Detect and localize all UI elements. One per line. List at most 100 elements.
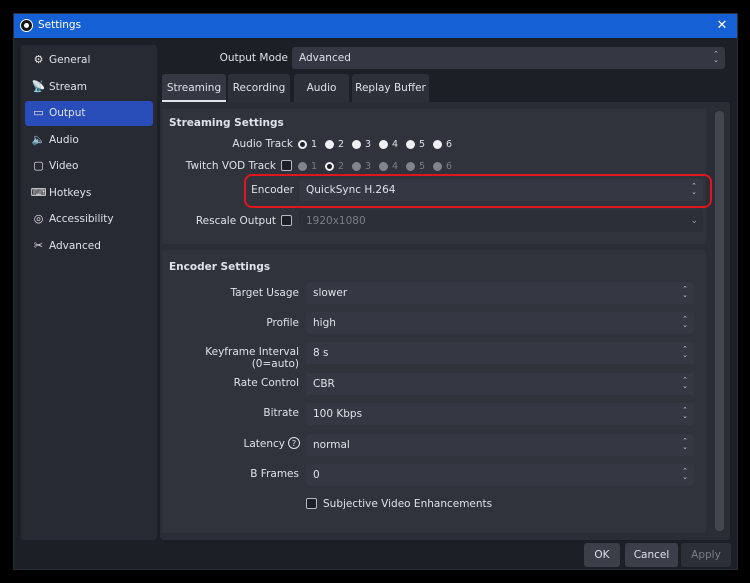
spin-arrows-icon[interactable]: ⌃ ⌄ (679, 406, 691, 422)
rescale-resolution-select: 1920x1080 ⌄ (299, 210, 703, 232)
bitrate-label: Bitrate (263, 407, 299, 419)
sidebar-item-label: Video (49, 160, 79, 172)
track-number: 2 (338, 161, 345, 172)
tab-audio[interactable]: Audio (294, 74, 349, 102)
subjective-video-enhancements-checkbox[interactable] (306, 498, 317, 509)
settings-scrollbar[interactable] (715, 111, 724, 531)
audio-track-radio[interactable] (433, 140, 442, 149)
up-down-arrows-icon: ⌃ ⌄ (682, 315, 688, 329)
twitch-vod-track-radio (325, 162, 334, 171)
target-usage-select[interactable]: slower ⌃ ⌄ (306, 282, 694, 304)
latency-value: normal (313, 439, 350, 451)
settings-window: Settings ✕ ⚙ General 📡 Stream ▭ Output 🔈 Audio ▢… (13, 13, 738, 570)
target-usage-label: Target Usage (230, 287, 299, 299)
sidebar-item-hotkeys[interactable]: ⌨ Hotkeys (25, 181, 153, 206)
track-number: 2 (338, 139, 345, 150)
sidebar-item-video[interactable]: ▢ Video (25, 154, 153, 179)
twitch-vod-track-radio (406, 162, 415, 171)
track-number: 5 (419, 161, 426, 172)
up-down-arrows-icon: ⌃ ⌄ (682, 285, 688, 299)
apply-button[interactable]: Apply (681, 543, 731, 567)
spin-arrows-icon[interactable]: ⌃ ⌄ (679, 467, 691, 483)
twitch-vod-track-radio (379, 162, 388, 171)
sidebar-item-label: Hotkeys (49, 186, 92, 199)
screen-icon: ▢ (33, 159, 44, 172)
keyframe-interval-value: 8 s (313, 347, 329, 359)
streaming-settings-title: Streaming Settings (169, 117, 284, 129)
up-down-arrows-icon: ⌃ ⌄ (713, 50, 719, 64)
track-number: 1 (311, 139, 318, 150)
twitch-vod-track-checkbox[interactable] (281, 160, 292, 171)
output-mode-value: Advanced (299, 52, 351, 64)
obs-logo-icon (20, 19, 33, 32)
profile-value: high (313, 317, 336, 329)
encoder-settings-group: Encoder Settings Target Usage slower ⌃ ⌄ … (162, 250, 706, 533)
rescale-resolution-value: 1920x1080 (306, 215, 366, 227)
audio-track-radio[interactable] (325, 140, 334, 149)
rescale-output-checkbox[interactable] (281, 215, 292, 226)
audio-track-label: Audio Track (232, 138, 293, 150)
streaming-tab-pane: Streaming Settings Audio Track Twitch VO… (160, 102, 730, 540)
encoder-settings-title: Encoder Settings (169, 261, 271, 273)
output-mode-label: Output Mode (219, 52, 288, 64)
keyframe-interval-spinbox[interactable]: 8 s ⌃ ⌄ (306, 342, 694, 364)
title-bar: Settings ✕ (14, 14, 737, 38)
target-usage-value: slower (313, 287, 348, 299)
bitrate-value: 100 Kbps (313, 408, 363, 420)
sidebar-item-accessibility[interactable]: ◎ Accessibility (25, 207, 153, 232)
chevron-down-icon: ⌄ (690, 216, 698, 226)
rate-control-value: CBR (313, 378, 335, 390)
latency-label: Latency (243, 438, 285, 450)
audio-track-radio[interactable] (406, 140, 415, 149)
settings-sidebar: ⚙ General 📡 Stream ▭ Output 🔈 Audio ▢ Video ⌨ Hotke… (21, 45, 157, 540)
audio-track-radio[interactable] (352, 140, 361, 149)
sidebar-item-stream[interactable]: 📡 Stream (25, 75, 153, 100)
rate-control-select[interactable]: CBR ⌃ ⌄ (306, 373, 694, 395)
tab-replay-buffer[interactable]: Replay Buffer (352, 74, 429, 102)
sidebar-item-audio[interactable]: 🔈 Audio (25, 128, 153, 153)
twitch-vod-track-radio (298, 162, 307, 171)
rate-control-label: Rate Control (233, 377, 299, 389)
ok-button[interactable]: OK (584, 543, 620, 567)
track-number: 6 (446, 139, 453, 150)
audio-track-radio[interactable] (298, 140, 307, 149)
sidebar-item-output[interactable]: ▭ Output (25, 101, 153, 126)
output-mode-select[interactable]: Advanced ⌃ ⌄ (292, 47, 725, 69)
sidebar-item-general[interactable]: ⚙ General (25, 48, 153, 73)
sidebar-item-label: Stream (49, 80, 87, 93)
sidebar-item-label: General (49, 54, 91, 66)
encoder-highlight-box (244, 174, 712, 208)
subjective-video-enhancements-label: Subjective Video Enhancements (323, 498, 493, 510)
latency-select[interactable]: normal ⌃ ⌄ (306, 434, 694, 456)
keyframe-interval-label: Keyframe Interval (0=auto) (205, 346, 299, 370)
b-frames-label: B Frames (250, 468, 299, 480)
gear-icon: ⚙ (33, 53, 44, 66)
track-number: 3 (365, 161, 372, 172)
up-down-arrows-icon: ⌃ ⌄ (682, 376, 688, 390)
track-number: 5 (419, 139, 426, 150)
cancel-button[interactable]: Cancel (625, 543, 678, 567)
tab-recording[interactable]: Recording (228, 74, 290, 102)
keyboard-icon: ⌨ (30, 185, 47, 199)
sidebar-item-label: Audio (49, 133, 79, 146)
sidebar-item-label: Advanced (49, 239, 101, 252)
spin-arrows-icon[interactable]: ⌃ ⌄ (679, 345, 691, 361)
tab-streaming[interactable]: Streaming (162, 74, 226, 102)
track-number: 3 (365, 139, 372, 150)
track-number: 1 (311, 161, 318, 172)
b-frames-spinbox[interactable]: 0 ⌃ ⌄ (306, 464, 694, 486)
window-title: Settings (38, 19, 82, 31)
bitrate-spinbox[interactable]: 100 Kbps ⌃ ⌄ (306, 403, 694, 425)
accessibility-icon: ◎ (33, 212, 44, 225)
profile-select[interactable]: high ⌃ ⌄ (306, 312, 694, 334)
twitch-vod-track-radio (433, 162, 442, 171)
rescale-output-label: Rescale Output (195, 215, 276, 227)
help-icon[interactable]: ? (288, 437, 300, 449)
close-button[interactable]: ✕ (711, 15, 733, 37)
tools-icon: ✂ (33, 238, 44, 252)
audio-track-radio[interactable] (379, 140, 388, 149)
monitor-icon: ▭ (33, 106, 44, 119)
sidebar-item-advanced[interactable]: ✂ Advanced (25, 234, 153, 259)
sidebar-item-label: Accessibility (49, 213, 114, 225)
track-number: 4 (392, 139, 399, 150)
